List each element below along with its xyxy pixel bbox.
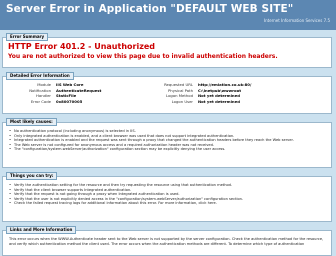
detail-row-error-code: Error Code 0x80070005 [11,99,101,105]
likely-causes-legend: Most likely causes: [6,118,57,126]
detail-key: Logon User [171,98,193,104]
things-to-try-panel: Things you can try: Verify the authentic… [2,172,332,222]
detail-key: Error Code [30,98,51,104]
links-info-text: This error occurs when the WWW-Authentic… [9,237,324,246]
things-to-try-legend: Things you can try: [6,172,58,180]
list-item: Check the failed request tracing logs fo… [9,201,327,206]
page-title: Server Error in Application "DEFAULT WEB… [6,3,294,15]
detail-table-left: Module IIS Web Core Notification Authent… [11,82,101,104]
likely-causes-panel: Most likely causes: No authentication pr… [2,118,332,168]
error-message: You are not authorized to view this page… [8,53,278,60]
error-summary-legend: Error Summary [6,33,49,41]
detail-row-logon-user: Logon User Not yet determined [148,99,251,105]
links-info-legend: Links and More Information [6,226,77,234]
detail-value: 0x80070005 [56,98,83,104]
error-summary-panel: Error Summary HTTP Error 401.2 - Unautho… [2,33,332,68]
likely-causes-list: No authentication protocol (including an… [9,129,327,152]
server-info: Internet Information Services 7.5 [263,18,330,23]
detail-table-right: Requested URL http://emiation.co.uk:80/ … [148,82,251,104]
error-header: Server Error in Application "DEFAULT WEB… [0,0,336,30]
error-heading: HTTP Error 401.2 - Unauthorized [8,42,156,51]
detailed-error-panel: Detailed Error Information Module IIS We… [2,72,332,114]
links-info-panel: Links and More Information This error oc… [2,226,332,256]
detailed-error-legend: Detailed Error Information [6,72,74,80]
things-to-try-list: Verify the authentication setting for th… [9,183,327,206]
detail-value: Not yet determined [198,98,240,104]
list-item: The "configuration/system.webServer/auth… [9,147,327,152]
